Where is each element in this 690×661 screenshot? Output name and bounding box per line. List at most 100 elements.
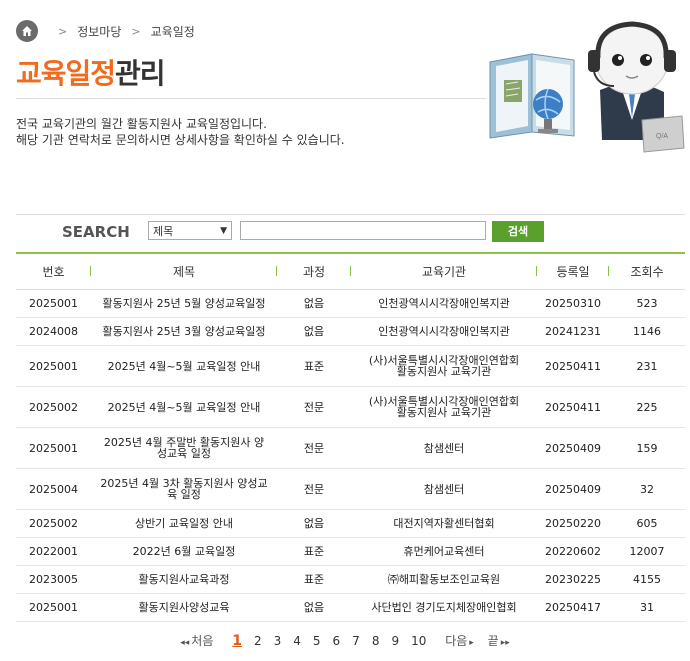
pager-page-3[interactable]: 3 [274,634,282,648]
cell-institution: 사단법인 경기도지체장애인협회 [351,593,537,622]
breadcrumb-item-info[interactable]: 정보마당 [77,23,121,40]
table-row[interactable]: 2025001 2025년 4월~5월 교육일정 안내 표준 (사)서울특별시시각장애… [16,345,685,387]
cell-institution-text: 사단법인 경기도지체장애인협회 [371,601,517,614]
pagination: ◂◂ 처음 1 2 3 4 5 6 7 8 9 10 다음 ▸ 끝 ▸▸ [0,632,690,649]
cell-institution-text: 휴먼케어교육센터 [403,545,485,558]
table-row[interactable]: 2025004 2025년 4월 3차 활동지원사 양성교 육 일정 전문 참샘센터 20… [16,468,685,510]
table-row[interactable]: 2025002 2025년 4월~5월 교육일정 안내 전문 (사)서울특별시시각장애… [16,386,685,428]
cell-views-text: 159 [636,441,658,455]
home-icon[interactable] [16,20,38,42]
cell-institution: 휴먼케어교육센터 [351,537,537,566]
pager-page-7[interactable]: 7 [352,634,360,648]
cell-course: 표준 [277,537,351,566]
search-field-select-value: 제목 [153,225,174,238]
cell-date-text: 20250409 [545,482,601,496]
cell-institution: (사)서울특별시시각장애인연합회 활동지원사 교육기관 [351,345,537,387]
pager-first-label: 처음 [191,634,214,648]
table-row[interactable]: 2025001 2025년 4월 주말반 활동지원사 양 성교육 일정 전문 참샘센터 2… [16,427,685,469]
cell-institution: 대전지역자활센터협회 [351,509,537,538]
cell-course-text: 전문 [303,441,325,455]
cell-course-text: 없음 [303,325,325,338]
pager-next-label: 다음 [445,634,468,648]
table-row[interactable]: 2025001 활동지원사양성교육 없음 사단법인 경기도지체장애인협회 2025041… [16,593,685,622]
cell-title[interactable]: 2025년 4월~5월 교육일정 안내 [91,345,277,387]
pager-next[interactable]: 다음 ▸ [445,632,474,649]
cell-views: 605 [609,509,685,538]
cell-title[interactable]: 활동지원사 25년 5월 양성교육일정 [91,289,277,318]
cell-date: 20250411 [537,386,609,428]
cell-title[interactable]: 활동지원사교육과정 [91,565,277,594]
cell-date: 20250220 [537,509,609,538]
cell-course: 표준 [277,565,351,594]
cell-title[interactable]: 상반기 교육일정 안내 [91,509,277,538]
cell-number-text: 2025002 [29,400,78,414]
cell-title-text: 2025년 4월~5월 교육일정 안내 [107,359,261,373]
table-row[interactable]: 2025002 상반기 교육일정 안내 없음 대전지역자활센터협회 20250220 60… [16,509,685,538]
cell-title[interactable]: 2025년 4월 3차 활동지원사 양성교 육 일정 [91,468,277,510]
cell-title[interactable]: 2025년 4월~5월 교육일정 안내 [91,386,277,428]
cell-course-text: 표준 [303,545,325,558]
pager-page-1[interactable]: 1 [232,633,242,649]
pager-page-5[interactable]: 5 [313,634,321,648]
cell-institution: 참샘센터 [351,468,537,510]
cell-date-text: 20241231 [545,325,601,338]
search-input[interactable] [240,221,486,240]
cell-date: 20250409 [537,427,609,469]
search-button[interactable]: 검색 [492,221,544,242]
header-illustration: Q/A [482,20,687,160]
cell-number: 2025002 [16,509,91,538]
cell-course-text: 표준 [303,573,325,586]
pager-page-9[interactable]: 9 [391,634,399,648]
cell-title-text: 2022년 6월 교육일정 [132,545,236,558]
table-row[interactable]: 2025001 활동지원사 25년 5월 양성교육일정 없음 인천광역시시각장애인복지… [16,289,685,318]
cell-views: 225 [609,386,685,428]
cell-views: 523 [609,289,685,318]
cell-course-text: 없음 [303,601,325,614]
cell-title[interactable]: 2025년 4월 주말반 활동지원사 양 성교육 일정 [91,427,277,469]
cell-views-text: 231 [636,359,658,373]
cell-title[interactable]: 활동지원사 25년 3월 양성교육일정 [91,317,277,346]
chevron-right-icon: > [131,24,141,38]
cell-number-text: 2024008 [29,325,78,338]
search-field-select[interactable]: 제목 ▼ [148,221,232,240]
cell-date-text: 20250310 [545,297,601,310]
cell-title[interactable]: 활동지원사양성교육 [91,593,277,622]
cell-course: 표준 [277,345,351,387]
schedule-table: 번호 제목 과정 교육기관 등록일 조회수 2025001 활동지원사 25년 5… [16,252,685,622]
table-row[interactable]: 2024008 활동지원사 25년 3월 양성교육일정 없음 인천광역시시각장애인복지… [16,317,685,346]
cell-title-text: 활동지원사교육과정 [138,573,230,586]
pager-page-2[interactable]: 2 [254,634,262,648]
cell-views-text: 225 [636,400,658,414]
pager-page-10[interactable]: 10 [411,634,426,648]
cell-title[interactable]: 2022년 6월 교육일정 [91,537,277,566]
table-row[interactable]: 2022001 2022년 6월 교육일정 표준 휴먼케어교육센터 20220602 12… [16,537,685,566]
pager-page-8[interactable]: 8 [372,634,380,648]
pager-first[interactable]: ◂◂ 처음 [180,632,213,649]
cell-views-text: 523 [636,297,658,310]
cell-title-text: 육 일정 [167,488,201,501]
cell-institution: (사)서울특별시시각장애인연합회 활동지원사 교육기관 [351,386,537,428]
cell-views: 159 [609,427,685,469]
table-row[interactable]: 2023005 활동지원사교육과정 표준 ㈜해피활동보조인교육원 20230225 415… [16,565,685,594]
header-date: 등록일 [537,252,609,290]
pager-last[interactable]: 끝 ▸▸ [488,632,510,649]
cell-date: 20250409 [537,468,609,510]
description-line-1: 전국 교육기관의 월간 활동지원사 교육일정입니다. [16,117,267,131]
cell-title-text: 2025년 4월~5월 교육일정 안내 [107,400,261,414]
breadcrumb-item-schedule[interactable]: 교육일정 [151,23,195,40]
description-line-2: 해당 기관 연락처로 문의하시면 상세사항을 확인하실 수 있습니다. [16,133,345,147]
pager-page-6[interactable]: 6 [333,634,341,648]
cell-title-text: 활동지원사 25년 5월 양성교육일정 [102,297,266,310]
cell-title-text: 성교육 일정 [156,447,212,460]
cell-course-text: 전문 [303,400,325,414]
cell-date: 20250411 [537,345,609,387]
cell-date: 20250417 [537,593,609,622]
cell-number: 2025001 [16,427,91,469]
table-header-row: 번호 제목 과정 교육기관 등록일 조회수 [16,252,685,290]
cell-date-text: 20230225 [545,573,601,586]
pager-page-4[interactable]: 4 [293,634,301,648]
cell-course: 없음 [277,593,351,622]
header-title: 제목 [91,252,277,290]
cell-views: 32 [609,468,685,510]
cell-views: 231 [609,345,685,387]
